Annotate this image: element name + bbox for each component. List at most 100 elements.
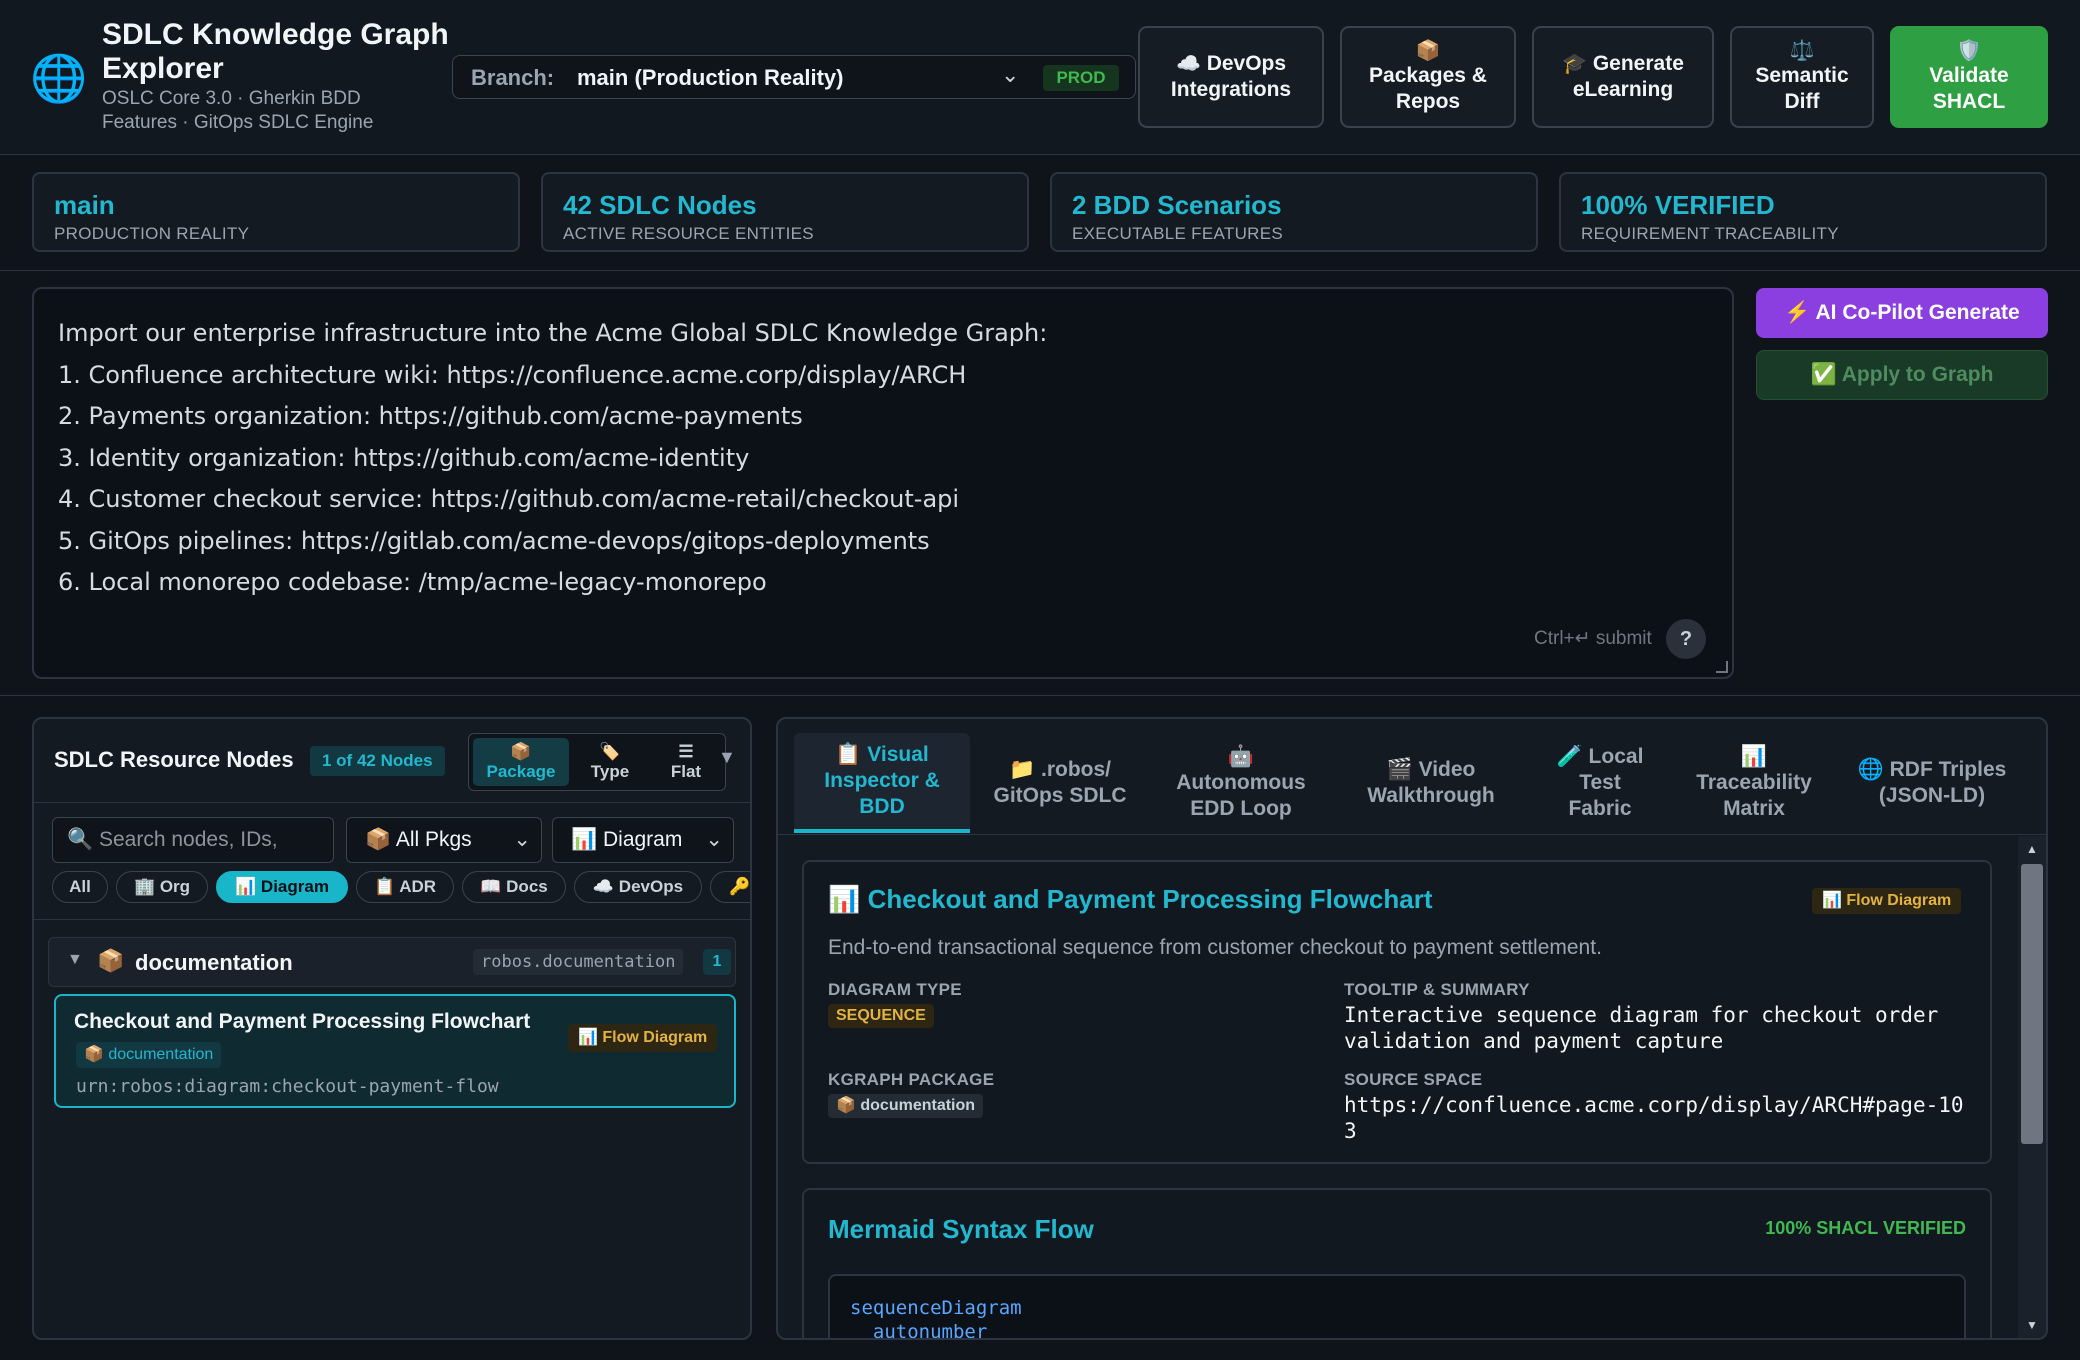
prompt-line: 1. Confluence architecture wiki: https:/…: [58, 360, 967, 389]
tab-video-walkthrough[interactable]: 🎬 Video Walkthrough: [1336, 733, 1526, 833]
stat-value: 100% VERIFIED: [1581, 190, 1775, 220]
group-count: 1: [703, 949, 731, 975]
devops-integrations-button[interactable]: ☁️ DevOps Integrations: [1138, 26, 1324, 128]
code-line: autonumber: [850, 1321, 988, 1338]
list-icon: ☰: [678, 742, 694, 761]
detail-type-badge: 📊 Flow Diagram: [1812, 888, 1962, 914]
chip-diagram[interactable]: 📊 Diagram: [216, 871, 348, 903]
package-icon: 📦: [97, 948, 125, 973]
stats-bar: main PRODUCTION REALITY 42 SDLC Nodes AC…: [0, 156, 2080, 271]
resource-nodes-panel: SDLC Resource Nodes 1 of 42 Nodes 📦 Pack…: [32, 717, 752, 1340]
collapse-icon[interactable]: ▼: [718, 747, 736, 768]
submit-hint: Ctrl+↵ submit: [1534, 628, 1652, 649]
chip-key[interactable]: 🔑: [710, 871, 750, 903]
prompt-line: 4. Customer checkout service: https://gi…: [58, 485, 960, 513]
package-icon: 📦: [1415, 40, 1441, 62]
apply-to-graph-button[interactable]: ✅ Apply to Graph: [1756, 350, 2048, 400]
view-type-button[interactable]: 🏷️ Type: [573, 738, 647, 786]
stat-branch: main PRODUCTION REALITY: [32, 172, 520, 252]
divider: [34, 919, 750, 920]
type-filter-select[interactable]: 📊 Diagram ⌄: [552, 817, 734, 863]
view-flat-button[interactable]: ☰ Flat: [649, 738, 723, 786]
generate-elearning-button[interactable]: 🎓 Generate eLearning: [1532, 26, 1714, 128]
mermaid-title: Mermaid Syntax Flow: [828, 1214, 1094, 1244]
graduation-cap-icon: 🎓: [1562, 53, 1587, 75]
scroll-up-icon[interactable]: ▲: [2018, 842, 2046, 856]
tooltip-label: TOOLTIP & SUMMARY: [1344, 980, 1530, 999]
panel-header: SDLC Resource Nodes 1 of 42 Nodes 📦 Pack…: [34, 719, 750, 803]
app-header: 🌐 SDLC Knowledge Graph Explorer OSLC Cor…: [0, 0, 2080, 155]
tag-icon: 🏷️: [599, 742, 621, 761]
stat-label: EXECUTABLE FEATURES: [1072, 224, 1284, 243]
package-group-documentation[interactable]: ▼ 📦 documentation robos.documentation 1: [48, 937, 736, 987]
source-space-label: SOURCE SPACE: [1344, 1070, 1483, 1089]
validate-shacl-button[interactable]: 🛡️ Validate SHACL: [1890, 26, 2048, 128]
diagram-type-label: DIAGRAM TYPE: [828, 980, 962, 999]
chevron-down-icon: ⌄: [513, 828, 531, 851]
prompt-line: Import our enterprise infrastructure int…: [58, 319, 1048, 347]
divider: [0, 695, 2080, 696]
node-type-badge: 📊 Flow Diagram: [568, 1024, 718, 1052]
tab-visual-inspector[interactable]: 📋 Visual Inspector & BDD: [794, 733, 970, 833]
stat-scenarios: 2 BDD Scenarios EXECUTABLE FEATURES: [1050, 172, 1538, 252]
kgraph-package-label: KGRAPH PACKAGE: [828, 1070, 995, 1089]
stat-nodes: 42 SDLC Nodes ACTIVE RESOURCE ENTITIES: [541, 172, 1029, 252]
tab-traceability-matrix[interactable]: 📊 Traceability Matrix: [1674, 733, 1834, 833]
package-icon: 📦: [510, 742, 532, 761]
node-card-selected[interactable]: Checkout and Payment Processing Flowchar…: [54, 994, 736, 1108]
chevron-down-icon: ⌄: [1001, 62, 1020, 87]
tab-rdf-triples[interactable]: 🌐 RDF Triples (JSON-LD): [1842, 733, 2022, 833]
scrollbar-thumb[interactable]: [2021, 864, 2043, 1144]
node-package-badge: 📦 documentation: [76, 1042, 222, 1068]
chip-adr[interactable]: 📋 ADR: [356, 871, 454, 903]
view-toggle: 📦 Package 🏷️ Type ☰ Flat: [468, 733, 726, 791]
chip-all[interactable]: All: [52, 871, 108, 903]
stat-traceability: 100% VERIFIED REQUIREMENT TRACEABILITY: [1559, 172, 2047, 252]
cloud-icon: ☁️: [1175, 53, 1201, 75]
chip-org[interactable]: 🏢 Org: [116, 871, 208, 903]
kgraph-package-badge: 📦 documentation: [828, 1094, 984, 1118]
package-filter-select[interactable]: 📦 All Pkgs ⌄: [346, 817, 542, 863]
inspector-scrollbar[interactable]: ▲ ▼: [2018, 836, 2046, 1338]
globe-icon: 🌐: [30, 52, 88, 104]
tab-autonomous-edd[interactable]: 🤖 Autonomous EDD Loop: [1154, 733, 1328, 833]
app-subtitle: OSLC Core 3.0 · Gherkin BDD Features · G…: [102, 88, 374, 133]
help-button[interactable]: ?: [1666, 619, 1706, 659]
group-namespace: robos.documentation: [473, 949, 684, 975]
chip-devops[interactable]: ☁️ DevOps: [574, 871, 702, 903]
chip-docs[interactable]: 📖 Docs: [462, 871, 566, 903]
semantic-diff-button[interactable]: ⚖️ Semantic Diff: [1730, 26, 1874, 128]
tab-gitops-sdlc[interactable]: 📁 .robos/ GitOps SDLC: [974, 733, 1146, 833]
group-name: documentation: [135, 950, 293, 975]
prompt-line: 5. GitOps pipelines: https://gitlab.com/…: [58, 526, 930, 555]
resize-handle[interactable]: [1716, 661, 1728, 673]
diagram-type-badge: SEQUENCE: [828, 1004, 934, 1028]
app-title: SDLC Knowledge Graph Explorer: [102, 18, 449, 85]
branch-select[interactable]: Branch: main (Production Reality) ⌄ PROD: [452, 55, 1136, 99]
panel-title: SDLC Resource Nodes: [54, 747, 294, 772]
branch-label: Branch:: [471, 65, 555, 90]
node-title: Checkout and Payment Processing Flowchar…: [74, 1010, 531, 1033]
ai-copilot-generate-button[interactable]: ⚡ AI Co-Pilot Generate: [1756, 288, 2048, 338]
prompt-textarea[interactable]: Import our enterprise infrastructure int…: [32, 287, 1734, 679]
chevron-down-icon: ⌄: [705, 828, 723, 851]
packages-repos-button[interactable]: 📦 Packages & Repos: [1340, 26, 1516, 128]
shield-icon: 🛡️: [1956, 40, 1982, 62]
shacl-verified-badge: 100% SHACL VERIFIED: [1765, 1218, 1966, 1238]
branch-value: main (Production Reality): [577, 65, 844, 90]
diagram-detail-card: 📊 Checkout and Payment Processing Flowch…: [802, 860, 1992, 1164]
scales-icon: ⚖️: [1789, 40, 1815, 62]
inspector-panel: 📋 Visual Inspector & BDD 📁 .robos/ GitOp…: [776, 717, 2048, 1340]
scroll-down-icon[interactable]: ▼: [2018, 1318, 2046, 1332]
detail-title: 📊 Checkout and Payment Processing Flowch…: [828, 884, 1433, 914]
stat-value: 42 SDLC Nodes: [563, 190, 757, 220]
source-space-link[interactable]: https://confluence.acme.corp/display/ARC…: [1344, 1092, 1974, 1144]
search-input[interactable]: 🔍 Search nodes, IDs,: [52, 817, 334, 863]
stat-value: 2 BDD Scenarios: [1072, 190, 1282, 220]
stat-label: ACTIVE RESOURCE ENTITIES: [563, 224, 814, 243]
tooltip-value: Interactive sequence diagram for checkou…: [1344, 1003, 1939, 1053]
tab-local-test-fabric[interactable]: 🧪 Local Test Fabric: [1534, 733, 1666, 833]
mermaid-code-block: sequenceDiagram autonumber: [828, 1274, 1966, 1338]
view-package-button[interactable]: 📦 Package: [473, 738, 569, 786]
caret-down-icon: ▼: [67, 951, 83, 968]
